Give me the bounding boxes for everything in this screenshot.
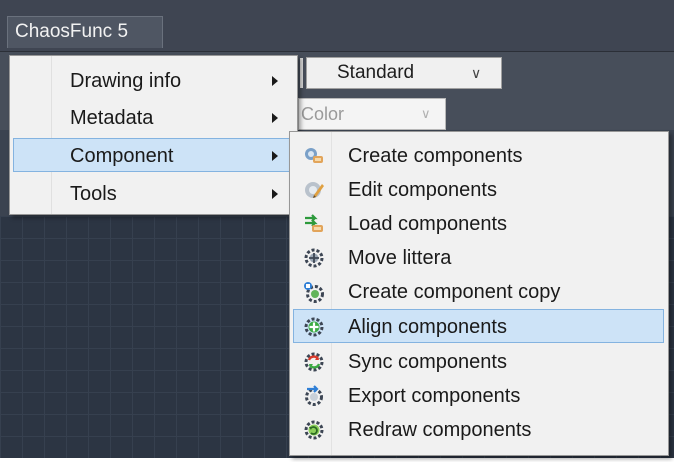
chaosfunc-menu-button[interactable]: ChaosFunc 5 (7, 16, 163, 48)
standard-dropdown-value: Standard (337, 62, 415, 83)
color-dropdown[interactable]: Color ∨ (298, 98, 446, 130)
menu-item-label: Export components (348, 385, 521, 407)
menu-bar: ChaosFunc 5 (0, 0, 674, 52)
menu-item-label: Load components (348, 213, 508, 235)
submenu-arrow-icon (272, 76, 278, 86)
color-dropdown-value: Color (301, 104, 345, 124)
chevron-down-icon: ∨ (421, 106, 431, 121)
menu-item-label: Redraw components (348, 419, 532, 441)
menu-item-label: Align components (348, 316, 507, 338)
move-littera-icon (304, 248, 324, 268)
menu-item-label: Move littera (348, 247, 452, 269)
menu-item-label: Drawing info (70, 70, 182, 92)
menu-item-label: Sync components (348, 351, 507, 373)
submenu-arrow-icon (272, 113, 278, 123)
menu-item-label: Create components (348, 145, 523, 167)
submenu-arrow-icon (272, 151, 278, 161)
standard-dropdown[interactable]: Standard ∨ (306, 57, 502, 89)
submenu-item-align-components[interactable]: Align components (293, 309, 664, 343)
menu-item-label: Edit components (348, 179, 497, 201)
menu-item-metadata[interactable]: Metadata (13, 100, 293, 134)
toolbar-separator (300, 58, 303, 88)
submenu-item-edit-components[interactable]: Edit components (293, 172, 664, 206)
submenu-item-sync-components[interactable]: Sync components (293, 344, 664, 378)
submenu-item-create-components[interactable]: Create components (293, 138, 664, 172)
chevron-down-icon: ∨ (471, 65, 482, 81)
submenu-item-redraw-components[interactable]: Redraw components (293, 412, 664, 446)
menu-item-label: Create component copy (348, 281, 561, 303)
create-components-icon (305, 148, 323, 163)
menu-item-tools[interactable]: Tools (13, 176, 293, 210)
menu-item-label: Component (70, 145, 174, 167)
export-components-icon (305, 385, 323, 406)
submenu-item-export-components[interactable]: Export components (293, 378, 664, 412)
load-components-icon (305, 214, 323, 232)
menu-item-component[interactable]: Component (13, 138, 293, 172)
menu-item-label: Metadata (70, 107, 154, 129)
component-submenu: Create components Edit components Load c… (289, 131, 669, 456)
menu-item-drawing-info[interactable]: Drawing info (13, 63, 293, 97)
submenu-item-create-component-copy[interactable]: Create component copy (293, 274, 664, 308)
align-components-icon (304, 317, 324, 337)
submenu-item-move-littera[interactable]: Move littera (293, 240, 664, 274)
menu-item-label: Tools (70, 183, 117, 205)
chaosfunc-menu: Drawing info Metadata Component Tools (9, 55, 298, 215)
edit-components-icon (305, 182, 324, 198)
submenu-arrow-icon (272, 189, 278, 199)
component-copy-icon (304, 282, 324, 303)
sync-components-icon (304, 352, 324, 372)
submenu-item-load-components[interactable]: Load components (293, 206, 664, 240)
redraw-components-icon (304, 420, 324, 440)
